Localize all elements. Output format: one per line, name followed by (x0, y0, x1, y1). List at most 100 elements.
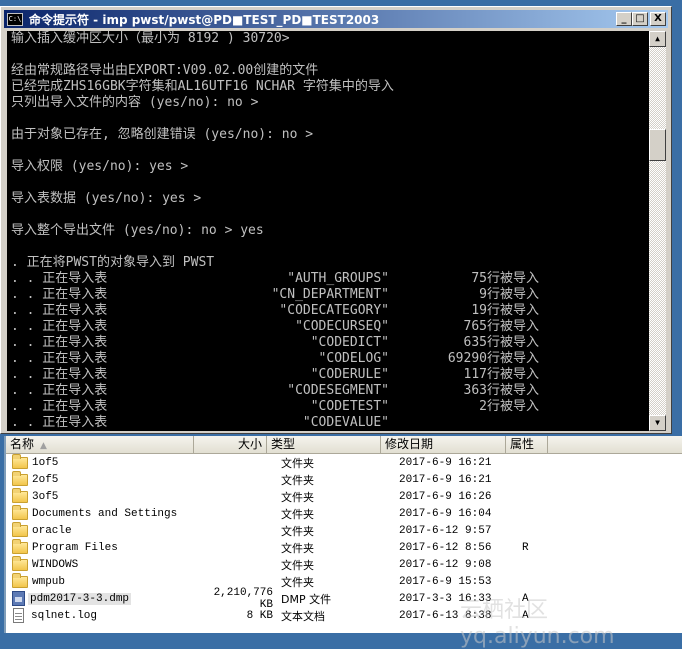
file-date-modified: 2017-6-13 8:38 (399, 609, 492, 622)
console-line: 由于对象已存在, 忽略创建错误 (yes/no): no > (11, 127, 314, 142)
import-status: . . 正在导入表 (11, 367, 108, 382)
import-status: . . 正在导入表 (11, 335, 108, 350)
folder-icon (12, 572, 28, 588)
window-controls: _ □ X (616, 12, 666, 26)
folder-icon (12, 555, 28, 571)
file-type: DMP 文件 (281, 592, 332, 606)
file-type: 文件夹 (281, 490, 314, 504)
rows-imported: 765行被导入 (463, 319, 539, 334)
file-date-modified: 2017-6-12 9:08 (399, 558, 492, 571)
file-type: 文本文档 (281, 609, 325, 623)
column-date-modified[interactable]: 修改日期 (381, 436, 506, 453)
file-attributes: A (522, 592, 529, 605)
file-name: pdm2017-3-3.dmp (28, 592, 132, 605)
minimize-button[interactable]: _ (616, 12, 632, 26)
rows-imported: 2行被导入 (479, 399, 539, 414)
command-prompt-window: C:\ 命令提示符 - imp pwst/pwst@PD■TEST_PD■TES… (0, 6, 672, 434)
file-row[interactable]: 1of5 文件夹 2017-6-9 16:21 (6, 453, 682, 471)
import-progress-line: . . 正在导入表 "CODELOG" 69290行被导入 (7, 351, 649, 367)
scrollbar-thumb[interactable] (649, 129, 666, 161)
column-type[interactable]: 类型 (267, 436, 381, 453)
file-type: 文件夹 (281, 575, 314, 589)
folder-icon (12, 487, 28, 503)
file-type: 文件夹 (281, 541, 314, 555)
rows-imported: 635行被导入 (463, 335, 539, 350)
file-type: 文件夹 (281, 558, 314, 572)
console-output[interactable]: 输入插入缓冲区大小（最小为 8192 ) 30720> 经由常规路径导出由EXPO… (7, 31, 649, 431)
table-name: "CODEDICT" (310, 335, 389, 350)
scroll-down-button[interactable]: ▼ (649, 415, 666, 431)
folder-icon (12, 521, 28, 537)
file-name: Documents and Settings (32, 507, 178, 520)
table-name: "CODECATEGORY" (279, 303, 389, 318)
rows-imported: 75行被导入 (471, 271, 539, 286)
dmp-file-icon (12, 591, 25, 606)
file-attributes: A (522, 609, 529, 622)
import-status: . . 正在导入表 (11, 415, 108, 430)
file-type: 文件夹 (281, 456, 314, 470)
console-line: 经由常规路径导出由EXPORT:V09.02.00创建的文件 (11, 63, 319, 78)
rows-imported: 69290行被导入 (447, 351, 539, 366)
file-explorer: 名称 ▲ 大小 类型 修改日期 属性 1of5 文件夹 2017-6-9 16:21 2… (4, 436, 682, 633)
text-file-icon (13, 608, 24, 623)
file-attributes: R (522, 541, 529, 554)
file-row[interactable]: Documents and Settings 文件夹 2017-6-9 16:04 (6, 504, 682, 522)
file-date-modified: 2017-6-9 16:26 (399, 490, 492, 503)
folder-icon (12, 504, 28, 520)
file-date-modified: 2017-6-9 16:21 (399, 473, 492, 486)
import-progress-line: . . 正在导入表 "CODETEST" 2行被导入 (7, 399, 649, 415)
import-status: . . 正在导入表 (11, 303, 108, 318)
import-progress-line: . . 正在导入表 "AUTH_GROUPS" 75行被导入 (7, 271, 649, 287)
file-row[interactable]: sqlnet.log 8 KB 文本文档 2017-6-13 8:38 A (6, 607, 682, 624)
import-status: . . 正在导入表 (11, 351, 108, 366)
file-row[interactable]: oracle 文件夹 2017-6-12 9:57 (6, 521, 682, 539)
column-size[interactable]: 大小 (194, 436, 267, 453)
close-button[interactable]: X (650, 12, 666, 26)
table-name: "CODECURSEQ" (295, 319, 389, 334)
column-attributes[interactable]: 属性 (506, 436, 548, 453)
console-line: 导入表数据 (yes/no): yes > (11, 191, 202, 206)
file-name-cell: sqlnet.log (6, 608, 194, 623)
import-status: . . 正在导入表 (11, 319, 108, 334)
vertical-scrollbar[interactable]: ▲ ▼ (649, 31, 666, 431)
scroll-up-button[interactable]: ▲ (649, 31, 666, 47)
column-name[interactable]: 名称 ▲ (6, 436, 194, 453)
rows-imported: 363行被导入 (463, 383, 539, 398)
sort-ascending-icon: ▲ (40, 441, 47, 451)
file-row[interactable]: 2of5 文件夹 2017-6-9 16:21 (6, 470, 682, 488)
file-row[interactable]: 3of5 文件夹 2017-6-9 16:26 (6, 487, 682, 505)
column-header: 名称 ▲ 大小 类型 修改日期 属性 (6, 436, 682, 454)
file-name: sqlnet.log (31, 609, 98, 622)
maximize-button[interactable]: □ (632, 12, 648, 26)
file-name: oracle (32, 524, 72, 537)
file-row[interactable]: WINDOWS 文件夹 2017-6-12 9:08 (6, 555, 682, 573)
file-name-cell: Documents and Settings (6, 504, 194, 520)
column-filler (548, 436, 682, 453)
file-name-cell: 3of5 (6, 487, 194, 503)
file-type: 文件夹 (281, 473, 314, 487)
file-row[interactable]: wmpub 文件夹 2017-6-9 15:53 (6, 572, 682, 590)
table-name: "CN_DEPARTMENT" (271, 287, 389, 302)
table-name: "AUTH_GROUPS" (287, 271, 389, 286)
file-name-cell: WINDOWS (6, 555, 194, 571)
console-line: 只列出导入文件的内容 (yes/no): no > (11, 95, 259, 110)
file-row[interactable]: Program Files 文件夹 2017-6-12 8:56 R (6, 538, 682, 556)
file-name: wmpub (32, 575, 66, 588)
file-name-cell: Program Files (6, 538, 194, 554)
import-progress-line: . . 正在导入表 "CODERULE" 117行被导入 (7, 367, 649, 383)
file-size: 2,210,776 KB (213, 586, 273, 611)
file-size: 8 KB (246, 609, 273, 622)
import-status: . . 正在导入表 (11, 287, 108, 302)
file-date-modified: 2017-6-9 15:53 (399, 575, 492, 588)
title-bar[interactable]: C:\ 命令提示符 - imp pwst/pwst@PD■TEST_PD■TES… (4, 10, 668, 28)
console-line: 导入整个导出文件 (yes/no): no > yes (11, 223, 264, 238)
import-progress-line: . . 正在导入表 "CN_DEPARTMENT" 9行被导入 (7, 287, 649, 303)
file-row[interactable]: pdm2017-3-3.dmp 2,210,776 KB DMP 文件 2017-3-… (6, 587, 682, 611)
import-progress-line: . . 正在导入表 "CODEVALUE" (7, 415, 649, 431)
rows-imported (389, 415, 539, 431)
